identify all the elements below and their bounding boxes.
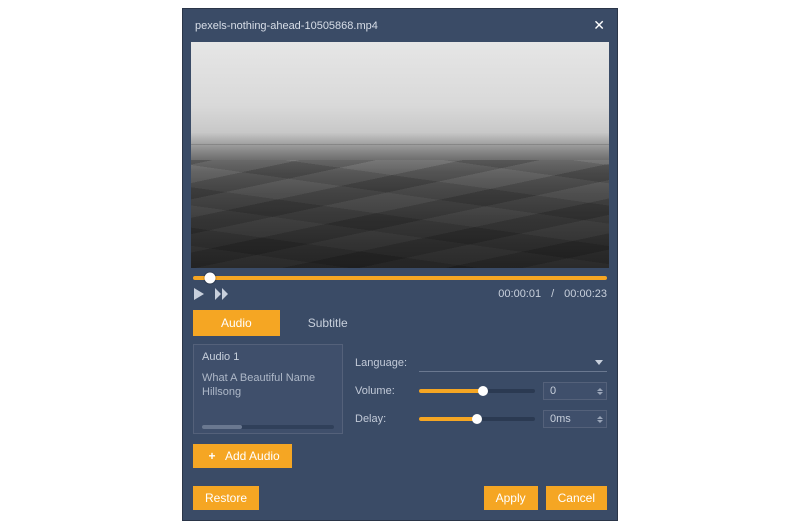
delay-row: Delay: 0ms [355, 410, 607, 428]
list-item[interactable]: Audio 1 [202, 351, 334, 363]
stepper-down-icon[interactable] [597, 392, 603, 395]
horizontal-scrollbar[interactable] [202, 425, 334, 429]
audio-track-list[interactable]: Audio 1 What A Beautiful Name Hillsong [193, 344, 343, 434]
apply-button[interactable]: Apply [484, 486, 538, 510]
delay-label: Delay: [355, 413, 411, 425]
close-icon[interactable]: ✕ [593, 17, 605, 34]
video-preview[interactable] [191, 42, 609, 268]
transport-controls: 00:00:01 / 00:00:23 [183, 284, 617, 310]
time-separator: / [551, 288, 554, 300]
delay-slider[interactable] [419, 417, 535, 421]
volume-stepper[interactable]: 0 [543, 382, 607, 400]
seek-bar[interactable] [193, 276, 607, 280]
volume-slider[interactable] [419, 389, 535, 393]
language-select[interactable] [419, 354, 607, 372]
language-label: Language: [355, 357, 411, 369]
delay-thumb[interactable] [472, 414, 482, 424]
audio-editor-dialog: pexels-nothing-ahead-10505868.mp4 ✕ 00:0… [182, 8, 618, 521]
delay-stepper[interactable]: 0ms [543, 410, 607, 428]
stepper-down-icon[interactable] [597, 420, 603, 423]
tab-audio[interactable]: Audio [193, 310, 280, 336]
add-audio-label: Add Audio [225, 449, 280, 463]
fast-forward-icon[interactable] [215, 288, 229, 300]
dialog-footer: Restore Apply Cancel [183, 478, 617, 520]
plus-icon: + [205, 449, 219, 463]
tab-subtitle[interactable]: Subtitle [280, 310, 376, 336]
chevron-down-icon [595, 360, 603, 365]
stepper-up-icon[interactable] [597, 416, 603, 419]
restore-button[interactable]: Restore [193, 486, 259, 510]
volume-label: Volume: [355, 385, 411, 397]
stepper-up-icon[interactable] [597, 388, 603, 391]
add-audio-button[interactable]: + Add Audio [193, 444, 292, 468]
duration: 00:00:23 [564, 288, 607, 300]
language-row: Language: [355, 354, 607, 372]
delay-value: 0ms [544, 413, 594, 425]
current-time: 00:00:01 [498, 288, 541, 300]
play-icon[interactable] [193, 288, 205, 300]
seek-bar-row [183, 268, 617, 284]
seek-thumb[interactable] [204, 273, 215, 284]
volume-value: 0 [544, 385, 594, 397]
audio-controls: Language: Volume: 0 [355, 344, 607, 434]
tab-bar: Audio Subtitle [183, 310, 617, 336]
cancel-button[interactable]: Cancel [546, 486, 607, 510]
volume-thumb[interactable] [478, 386, 488, 396]
list-item[interactable]: What A Beautiful Name Hillsong [202, 371, 334, 400]
titlebar: pexels-nothing-ahead-10505868.mp4 ✕ [183, 9, 617, 42]
volume-row: Volume: 0 [355, 382, 607, 400]
file-name: pexels-nothing-ahead-10505868.mp4 [195, 20, 378, 32]
